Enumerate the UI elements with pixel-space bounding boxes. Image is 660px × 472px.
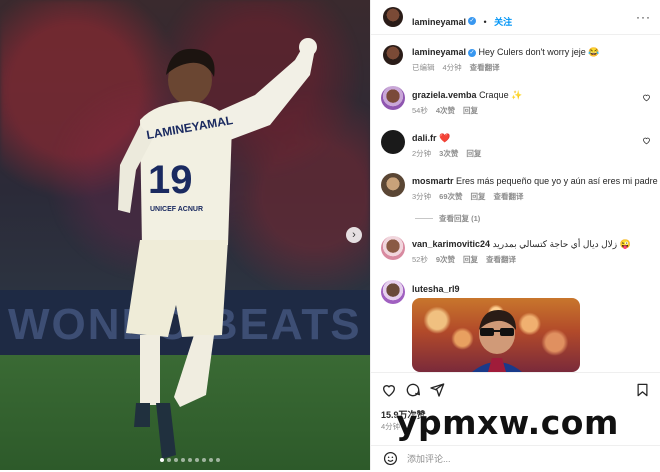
slide-dot: [160, 458, 164, 462]
comment-icon[interactable]: [405, 382, 421, 398]
jersey-sponsor: UNICEF ACNUR: [150, 206, 203, 213]
comment-text: Eres más pequeño que yo y aún así eres m…: [456, 176, 658, 186]
share-icon[interactable]: [429, 382, 445, 398]
comment-translate[interactable]: 查看翻译: [494, 192, 524, 201]
view-replies-label: 查看回复 (1): [439, 214, 481, 223]
reply-button[interactable]: 回复: [463, 255, 478, 264]
author-avatar[interactable]: [383, 45, 403, 65]
comment-username[interactable]: dali.fr: [412, 133, 437, 143]
commenter-avatar[interactable]: [381, 86, 405, 110]
follow-button[interactable]: 关注: [494, 17, 512, 27]
gif-face: [472, 310, 522, 372]
comment-gif[interactable]: [412, 298, 580, 372]
site-watermark: ypmxw.com: [396, 403, 619, 442]
comment-likes[interactable]: 4次赞: [436, 106, 455, 115]
comment-time: 52秒: [412, 255, 428, 264]
caption-text: Hey Culers don't worry jeje 😂: [478, 47, 600, 57]
reply-button[interactable]: 回复: [463, 106, 478, 115]
comment-text: ❤️: [439, 133, 451, 143]
post-header: lamineyamal ✓ • 关注 ···: [371, 0, 660, 35]
slide-dot: [167, 458, 171, 462]
like-comment-icon[interactable]: [642, 93, 651, 102]
comment-username[interactable]: van_karimovitic24: [412, 239, 490, 249]
replies-divider: [415, 218, 433, 219]
more-options-icon[interactable]: ···: [636, 10, 651, 24]
author-username[interactable]: lamineyamal: [412, 17, 466, 27]
author-avatar[interactable]: [383, 7, 403, 27]
comment-username[interactable]: graziela.vemba: [412, 90, 477, 100]
comment-item: mosmartr Eres más pequeño que yo y aún a…: [371, 171, 660, 207]
comment-text: Craque ✨: [479, 90, 523, 100]
slide-dot: [181, 458, 185, 462]
caption-time: 4分钟: [442, 63, 462, 72]
chevron-right-icon: ›: [352, 229, 356, 241]
caption-edited: 已编辑: [412, 63, 435, 72]
view-replies-button[interactable]: 查看回复 (1): [415, 213, 480, 224]
comment-item: graziela.vemba Craque ✨ 54秒 4次赞 回复: [371, 84, 660, 120]
comment-time: 3分钟: [412, 192, 432, 201]
slide-dot: [202, 458, 206, 462]
caption: lamineyamal ✓ Hey Culers don't worry jeje…: [371, 40, 660, 76]
slide-dot: [188, 458, 192, 462]
comment-username[interactable]: lutesha_rl9: [412, 284, 460, 294]
slide-dot: [174, 458, 178, 462]
reply-button[interactable]: 回复: [466, 149, 481, 158]
comment-translate[interactable]: 查看翻译: [486, 255, 516, 264]
commenter-avatar[interactable]: [381, 173, 405, 197]
comment-time: 54秒: [412, 106, 428, 115]
bookmark-icon[interactable]: [635, 382, 650, 398]
commenter-avatar[interactable]: [381, 280, 405, 304]
comment-item: dali.fr ❤️ 2分钟 3次赞 回复: [371, 128, 660, 164]
add-comment-input[interactable]: [407, 453, 607, 465]
comment-likes[interactable]: 9次赞: [436, 255, 455, 264]
verified-badge-icon: ✓: [468, 16, 477, 25]
add-comment-row: [371, 445, 660, 472]
like-comment-icon[interactable]: [642, 136, 651, 145]
slide-indicator: [160, 458, 220, 462]
comment-time: 2分钟: [412, 149, 432, 158]
caption-translate[interactable]: 查看翻译: [470, 63, 500, 72]
comment-username[interactable]: mosmartr: [412, 176, 454, 186]
like-icon[interactable]: [381, 382, 397, 398]
comment-likes[interactable]: 69次赞: [439, 192, 462, 201]
post-media[interactable]: WONDO BEATS LAMINEYAMAL 19 UNICEF ACNUR …: [0, 0, 370, 470]
comment-likes[interactable]: 3次赞: [439, 149, 458, 158]
jersey-number: 19: [148, 158, 193, 202]
commenter-avatar[interactable]: [381, 130, 405, 154]
emoji-icon[interactable]: [383, 451, 398, 466]
slide-dot: [209, 458, 213, 462]
caption-author[interactable]: lamineyamal: [412, 47, 466, 57]
next-slide-button[interactable]: ›: [346, 227, 362, 243]
slide-dot: [195, 458, 199, 462]
verified-badge-icon: ✓: [468, 48, 477, 57]
comment-text: زلال ديال أي حاجة كتسالي بمدريد 😜: [492, 239, 631, 249]
player-photo: LAMINEYAMAL 19 UNICEF ACNUR: [118, 38, 317, 459]
comment-item: van_karimovitic24 زلال ديال أي حاجة كتسا…: [371, 234, 660, 270]
instagram-post-view: WONDO BEATS LAMINEYAMAL 19 UNICEF ACNUR …: [0, 0, 660, 472]
post-detail-panel: lamineyamal ✓ • 关注 ··· lamineyamal ✓ Hey C…: [370, 0, 660, 472]
reply-button[interactable]: 回复: [471, 192, 486, 201]
commenter-avatar[interactable]: [381, 236, 405, 260]
slide-dot: [216, 458, 220, 462]
